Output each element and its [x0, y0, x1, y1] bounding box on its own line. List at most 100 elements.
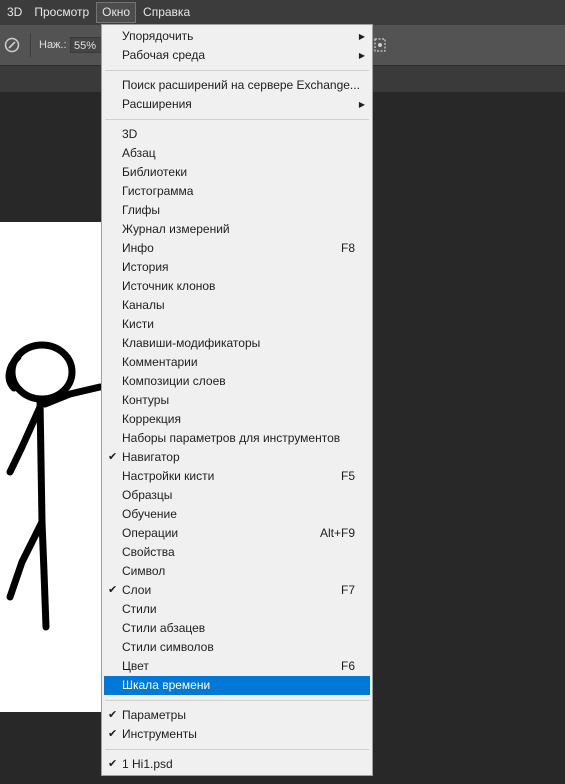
menu-item[interactable]: 3D	[104, 125, 370, 144]
menu-item-label: Инфо	[122, 241, 154, 255]
pressure-size-icon[interactable]	[373, 37, 387, 53]
menu-item[interactable]: Стили символов	[104, 638, 370, 657]
menu-item[interactable]: ✔ Навигатор	[104, 448, 370, 467]
menu-item-shortcut: F6	[340, 659, 355, 673]
menu-item[interactable]: Кисти	[104, 315, 370, 334]
menu-item-label: Источник клонов	[122, 279, 216, 293]
menu-item-label: Каналы	[122, 298, 165, 312]
menu-item-label: Кисти	[122, 317, 154, 331]
document-canvas[interactable]	[0, 222, 103, 712]
menu-item-shortcut: F5	[340, 469, 355, 483]
menu-item-shortcut: F7	[340, 583, 355, 597]
menu-item-label: Абзац	[122, 146, 156, 160]
menu-item-label: Композиции слоев	[122, 374, 226, 388]
menu-item-label: Образцы	[122, 488, 173, 502]
menu-item[interactable]: Символ	[104, 562, 370, 581]
menu-item-label: Комментарии	[122, 355, 198, 369]
menu-item[interactable]: Наборы параметров для инструментов	[104, 429, 370, 448]
menu-item[interactable]: Настройки кисти F5	[104, 467, 370, 486]
menu-item-label: Цвет	[122, 659, 149, 673]
menu-item[interactable]: Шкала времени	[104, 676, 370, 695]
menu-bar: 3D Просмотр Окно Справка	[0, 0, 565, 25]
submenu-arrow-icon: ▶	[358, 51, 365, 60]
menu-item-shortcut: Alt+F9	[319, 526, 355, 540]
menu-3d[interactable]: 3D	[2, 2, 27, 23]
menu-item-label: Слои	[122, 583, 152, 597]
menu-item-label: Инструменты	[122, 727, 197, 741]
menu-item-label: Клавиши-модификаторы	[122, 336, 261, 350]
menu-item-label: Навигатор	[122, 450, 180, 464]
menu-item-label: Библиотеки	[122, 165, 188, 179]
menu-help[interactable]: Справка	[138, 2, 195, 23]
menu-item[interactable]: Стили абзацев	[104, 619, 370, 638]
menu-item[interactable]: ✔ 1 Hi1.psd	[104, 755, 370, 774]
stick-figure-drawing	[5, 341, 103, 631]
checkmark-icon: ✔	[108, 728, 118, 740]
checkmark-icon: ✔	[108, 709, 118, 721]
menu-item-label: Параметры	[122, 708, 186, 722]
menu-window[interactable]: Окно	[96, 2, 137, 23]
menu-item-label: Операции	[122, 526, 179, 540]
menu-item-label: Стили абзацев	[122, 621, 206, 635]
window-menu-dropdown: Упорядочить ▶ Рабочая среда ▶ Поиск расширен…	[101, 24, 373, 776]
menu-item[interactable]: Упорядочить ▶	[104, 27, 370, 46]
menu-item[interactable]: ✔ Слои F7	[104, 581, 370, 600]
menu-item[interactable]: ✔ Параметры	[104, 706, 370, 725]
menu-item[interactable]: Каналы	[104, 296, 370, 315]
submenu-arrow-icon: ▶	[358, 32, 365, 41]
menu-item[interactable]: Операции Alt+F9	[104, 524, 370, 543]
menu-item-shortcut: F8	[340, 241, 355, 255]
menu-item[interactable]: Глифы	[104, 201, 370, 220]
menu-item[interactable]: Стили	[104, 600, 370, 619]
menu-item-label: 1 Hi1.psd	[122, 757, 173, 771]
menu-item-label: Шкала времени	[122, 678, 211, 692]
menu-item[interactable]: Клавиши-модификаторы	[104, 334, 370, 353]
menu-separator	[105, 70, 369, 71]
menu-item-label: Поиск расширений на сервере Exchange...	[122, 78, 360, 92]
menu-item-label: Расширения	[122, 97, 192, 111]
menu-item-label: Коррекция	[122, 412, 182, 426]
menu-item-label: Стили символов	[122, 640, 214, 654]
menu-item[interactable]: Поиск расширений на сервере Exchange...	[104, 76, 370, 95]
menu-item-label: Свойства	[122, 545, 175, 559]
menu-item-label: Контуры	[122, 393, 170, 407]
pressure-input[interactable]: 55%	[70, 37, 102, 53]
menu-item-label: Упорядочить	[122, 29, 194, 43]
checkmark-icon: ✔	[108, 451, 118, 463]
menu-item-label: Наборы параметров для инструментов	[122, 431, 341, 445]
menu-item[interactable]: Обучение	[104, 505, 370, 524]
menu-item-label: Обучение	[122, 507, 177, 521]
menu-item-label: Стили	[122, 602, 157, 616]
menu-view[interactable]: Просмотр	[29, 2, 94, 23]
airbrush-icon[interactable]	[4, 37, 20, 53]
menu-item[interactable]: Источник клонов	[104, 277, 370, 296]
menu-item[interactable]: Библиотеки	[104, 163, 370, 182]
menu-item[interactable]: Контуры	[104, 391, 370, 410]
menu-item[interactable]: ✔ Инструменты	[104, 725, 370, 744]
menu-item[interactable]: Расширения ▶	[104, 95, 370, 114]
menu-item-label: История	[122, 260, 169, 274]
menu-item[interactable]: Рабочая среда ▶	[104, 46, 370, 65]
menu-item-label: Гистограмма	[122, 184, 194, 198]
menu-item-label: Символ	[122, 564, 166, 578]
menu-item[interactable]: Инфо F8	[104, 239, 370, 258]
pressure-label: Наж.:	[39, 39, 67, 51]
menu-item-label: Рабочая среда	[122, 48, 206, 62]
options-divider	[30, 33, 31, 57]
checkmark-icon: ✔	[108, 584, 118, 596]
menu-item-label: Глифы	[122, 203, 161, 217]
menu-separator	[105, 749, 369, 750]
menu-item-label: Журнал измерений	[122, 222, 230, 236]
menu-item[interactable]: Коррекция	[104, 410, 370, 429]
menu-item[interactable]: История	[104, 258, 370, 277]
menu-item[interactable]: Образцы	[104, 486, 370, 505]
menu-separator	[105, 700, 369, 701]
menu-item[interactable]: Композиции слоев	[104, 372, 370, 391]
menu-item[interactable]: Журнал измерений	[104, 220, 370, 239]
menu-item[interactable]: Свойства	[104, 543, 370, 562]
menu-item[interactable]: Абзац	[104, 144, 370, 163]
menu-item[interactable]: Комментарии	[104, 353, 370, 372]
menu-item[interactable]: Гистограмма	[104, 182, 370, 201]
menu-item[interactable]: Цвет F6	[104, 657, 370, 676]
menu-separator	[105, 119, 369, 120]
